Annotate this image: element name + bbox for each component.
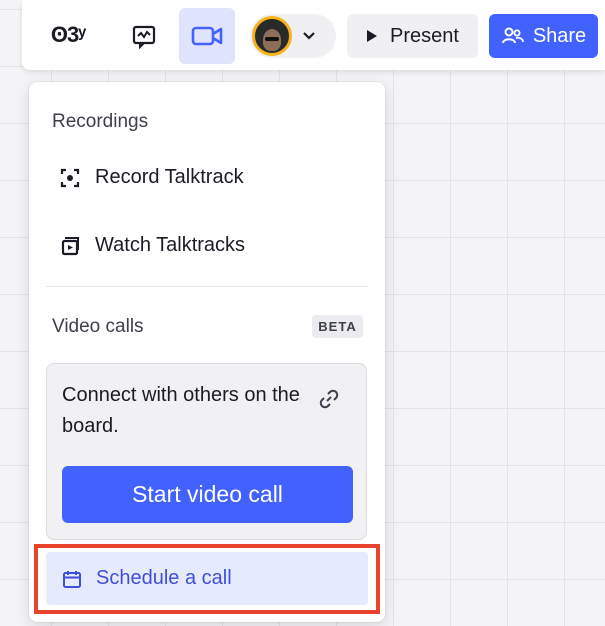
video-library-icon: [61, 236, 79, 255]
watch-talktracks-item[interactable]: Watch Talktracks: [59, 234, 245, 257]
play-icon: [367, 30, 378, 42]
collaborators-button[interactable]: [250, 14, 336, 58]
recordings-dropdown-panel: Recordings Record Talktrack Watch Talktr…: [29, 82, 385, 622]
share-label: Share: [532, 24, 587, 47]
present-button[interactable]: Present: [347, 14, 478, 58]
chevron-down-icon: [303, 32, 315, 40]
beta-badge: BETA: [312, 315, 363, 338]
record-talktrack-label: Record Talktrack: [95, 166, 244, 188]
people-icon: [501, 27, 524, 44]
connect-card: Connect with others on the board. Start …: [46, 363, 367, 540]
video-camera-icon: [191, 26, 223, 46]
present-label: Present: [390, 24, 459, 47]
recordings-heading: Recordings: [52, 111, 149, 132]
highlight-box: [34, 544, 380, 614]
link-icon[interactable]: [318, 388, 340, 410]
record-icon: [60, 168, 80, 187]
reactions-icon: ʘ3ʸ: [50, 22, 86, 47]
avatar: [252, 16, 292, 56]
start-video-call-button[interactable]: Start video call: [62, 466, 353, 523]
reactions-button[interactable]: ʘ3ʸ: [32, 14, 104, 56]
top-toolbar: ʘ3ʸ Present Share: [22, 0, 605, 70]
divider: [46, 286, 368, 287]
watch-talktracks-label: Watch Talktracks: [95, 234, 246, 256]
video-calls-heading: Video calls: [52, 316, 144, 337]
record-talktrack-item[interactable]: Record Talktrack: [59, 166, 244, 189]
connect-description: Connect with others on the board.: [62, 384, 300, 437]
comments-button[interactable]: [122, 14, 166, 58]
chat-icon: [132, 25, 156, 49]
share-button[interactable]: Share: [489, 14, 598, 58]
video-button[interactable]: [179, 8, 235, 64]
